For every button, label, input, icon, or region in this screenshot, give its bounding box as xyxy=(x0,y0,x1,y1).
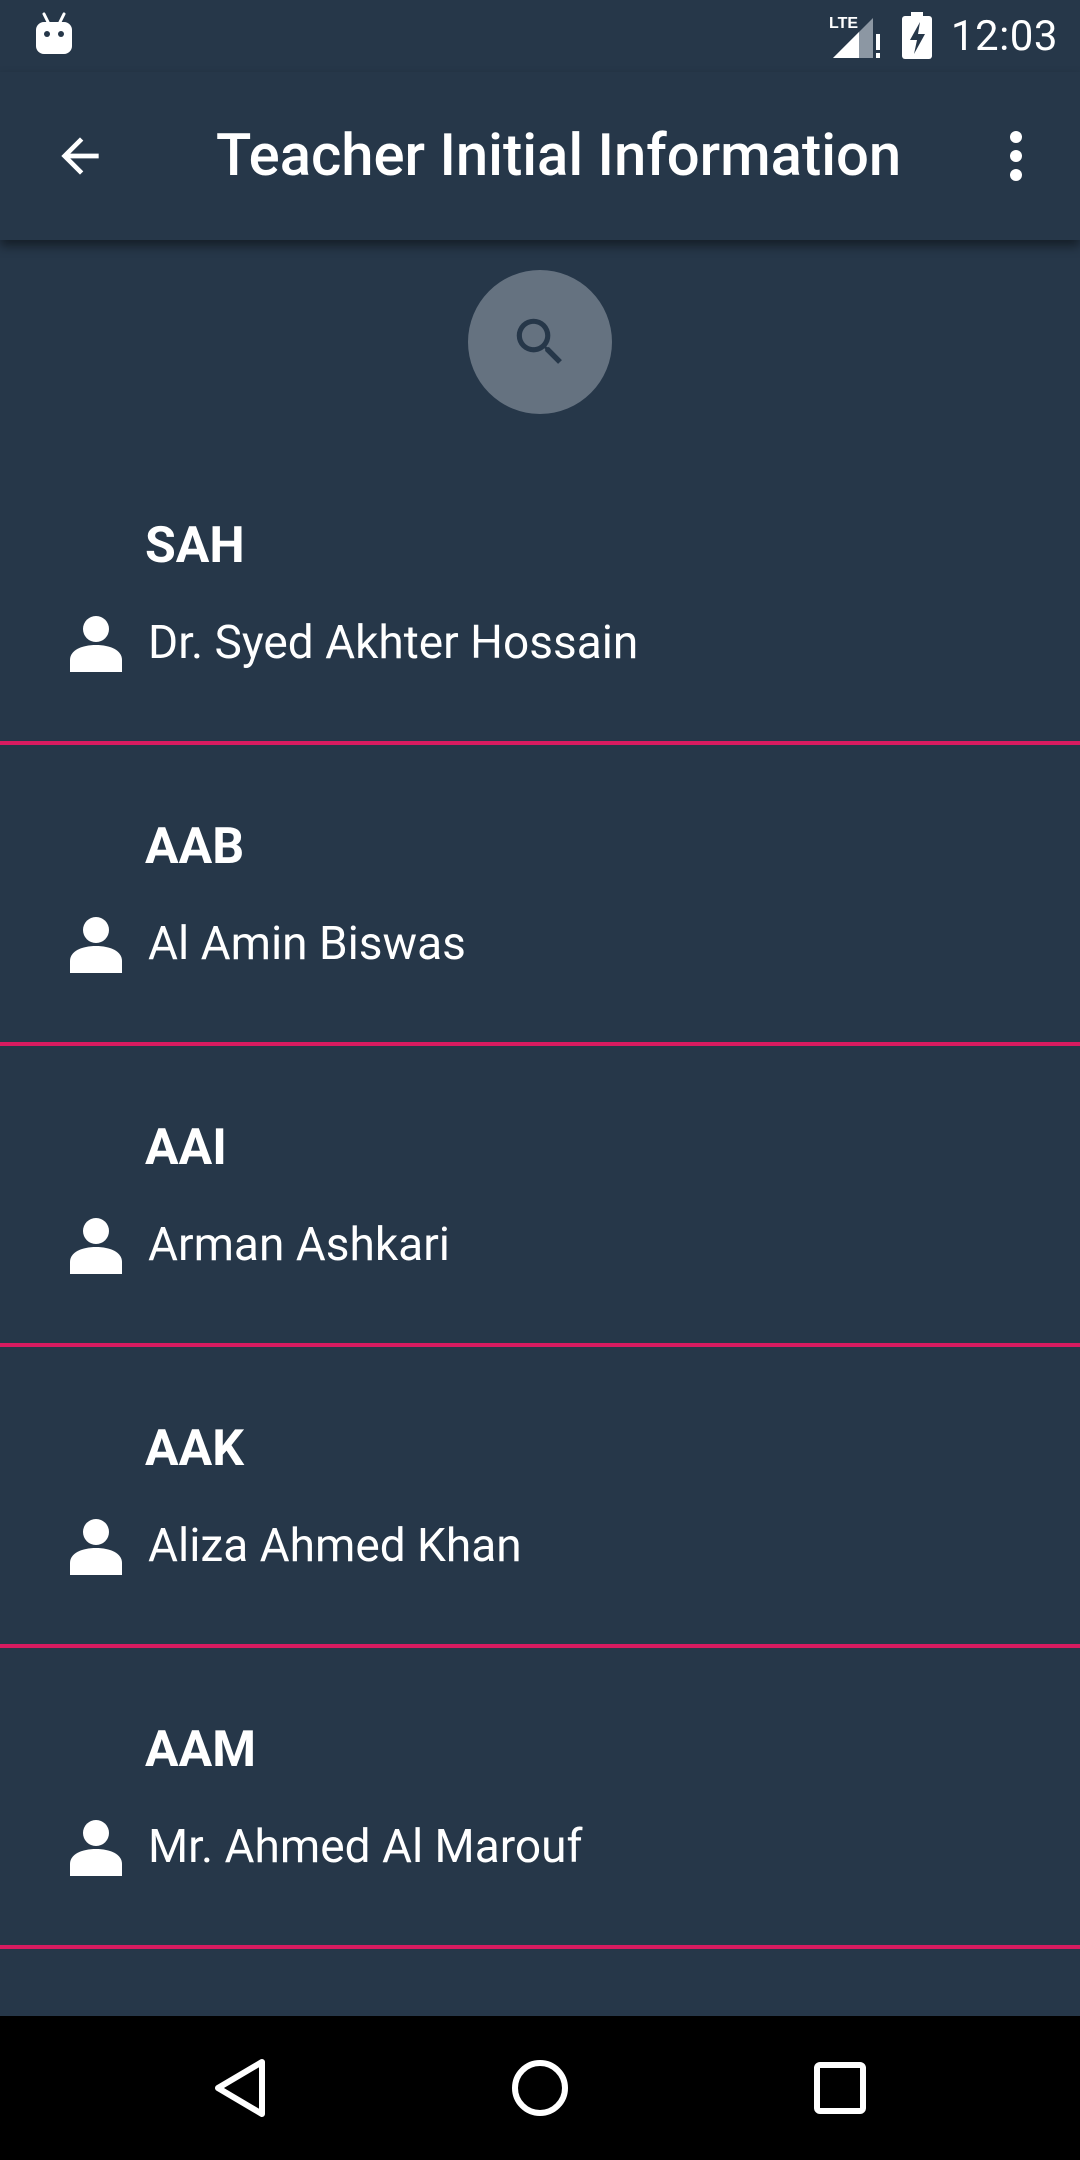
teacher-name: Arman Ashkari xyxy=(148,1218,450,1272)
teacher-name: Mr. Ahmed Al Marouf xyxy=(148,1820,583,1874)
nav-back-button[interactable] xyxy=(204,2052,276,2124)
nav-home-button[interactable] xyxy=(504,2052,576,2124)
teacher-initial: AAI xyxy=(145,1119,227,1177)
search-icon xyxy=(516,318,562,364)
more-vert-icon xyxy=(1010,131,1022,181)
person-icon xyxy=(70,1820,122,1876)
overflow-menu-button[interactable] xyxy=(992,116,1040,196)
arrow-back-icon xyxy=(61,137,99,175)
teacher-name: Dr. Syed Akhter Hossain xyxy=(148,616,639,670)
status-icons: LTE 12:03 xyxy=(827,0,1058,72)
teacher-list: SAH Dr. Syed Akhter Hossain AAB Al Amin … xyxy=(0,440,1080,1949)
teacher-initial: AAK xyxy=(145,1420,244,1478)
page-title: Teacher Initial Information xyxy=(216,122,902,190)
list-item[interactable]: AAI Arman Ashkari xyxy=(0,1046,1080,1347)
lte-signal-icon: LTE xyxy=(829,15,880,58)
search-button[interactable] xyxy=(468,270,612,414)
teacher-name: Aliza Ahmed Khan xyxy=(148,1519,522,1573)
system-nav-bar xyxy=(0,2016,1080,2160)
person-icon xyxy=(70,1218,122,1274)
list-item[interactable]: AAK Aliza Ahmed Khan xyxy=(0,1347,1080,1648)
app-bar: Teacher Initial Information xyxy=(0,72,1080,240)
nav-recents-button[interactable] xyxy=(804,2052,876,2124)
status-bar: LTE 12:03 xyxy=(0,0,1080,72)
recents-square-icon xyxy=(814,2062,866,2114)
list-item[interactable]: AAB Al Amin Biswas xyxy=(0,745,1080,1046)
status-time: 12:03 xyxy=(950,11,1058,61)
lte-label: LTE xyxy=(829,15,858,32)
person-icon xyxy=(70,616,122,672)
teacher-initial: AAB xyxy=(145,818,245,876)
person-icon xyxy=(70,917,122,973)
back-button[interactable] xyxy=(40,116,120,196)
back-triangle-icon xyxy=(215,2059,265,2117)
list-item[interactable]: AAM Mr. Ahmed Al Marouf xyxy=(0,1648,1080,1949)
person-icon xyxy=(70,1519,122,1575)
teacher-name: Al Amin Biswas xyxy=(148,917,466,971)
home-circle-icon xyxy=(512,2060,568,2116)
list-item[interactable]: SAH Dr. Syed Akhter Hossain xyxy=(0,440,1080,745)
teacher-initial: AAM xyxy=(145,1721,256,1779)
android-debug-icon xyxy=(36,12,72,54)
teacher-initial: SAH xyxy=(145,517,245,575)
battery-charging-icon xyxy=(901,12,932,59)
